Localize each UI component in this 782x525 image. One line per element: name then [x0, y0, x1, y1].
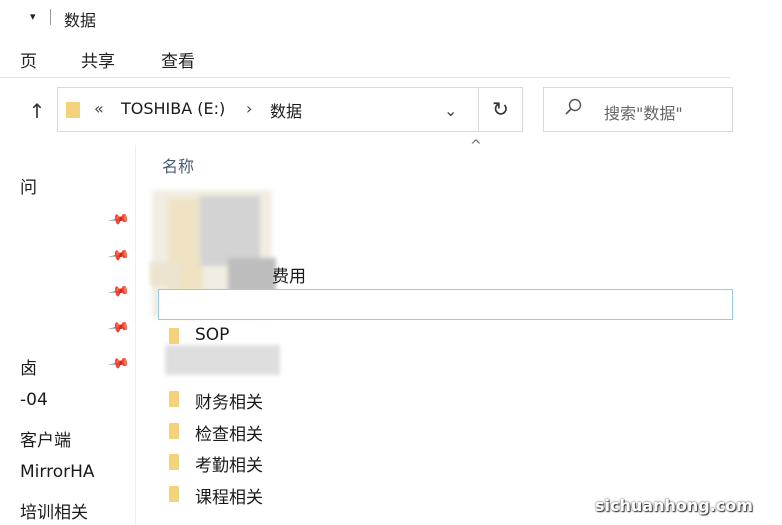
folder-icon [169, 486, 179, 502]
title-separator [50, 9, 51, 25]
search-placeholder: 搜索"数据" [604, 104, 683, 123]
folder-icon [169, 391, 179, 407]
quick-access-dropdown-icon[interactable]: ▾ [30, 10, 36, 23]
nav-item-3[interactable]: -04 [20, 390, 48, 410]
file-name: 检查相关 [195, 425, 263, 445]
column-header-name[interactable]: 名称 [162, 153, 194, 177]
tab-share[interactable]: 共享 [81, 47, 115, 72]
list-item[interactable]: 课程相关 [165, 480, 565, 508]
refresh-button[interactable]: ↻ [479, 87, 523, 132]
nav-item-4[interactable]: 客户端 [20, 426, 71, 451]
breadcrumb-folder[interactable]: 数据 [270, 98, 302, 122]
list-item[interactable]: 检查相关 [165, 417, 565, 445]
selected-row[interactable] [158, 289, 733, 320]
ribbon-divider [0, 77, 730, 78]
folder-icon [169, 423, 179, 439]
breadcrumb-separator-icon[interactable]: › [246, 99, 252, 118]
up-arrow-icon[interactable]: ↑ [24, 98, 50, 124]
nav-item-1[interactable]: 问 [20, 173, 37, 198]
title-bar: ▾ 数据 [0, 0, 782, 34]
tab-view[interactable]: 查看 [161, 47, 195, 72]
address-bar[interactable]: « TOSHIBA (E:) › 数据 ⌄ [57, 87, 479, 132]
navpane-divider [135, 145, 136, 525]
search-icon [564, 98, 582, 121]
breadcrumb-drive[interactable]: TOSHIBA (E:) [121, 99, 225, 118]
file-name: 考勤相关 [195, 456, 263, 476]
list-item[interactable]: 考勤相关 [165, 448, 565, 476]
list-item[interactable]: 财务相关 [165, 385, 565, 413]
partial-file-name[interactable]: 费用 [272, 262, 306, 287]
folder-icon [169, 454, 179, 470]
redacted-area [200, 196, 260, 266]
redacted-area [228, 258, 276, 292]
folder-icon [169, 328, 179, 344]
nav-item-2[interactable]: 卤 [20, 354, 37, 379]
search-input[interactable]: 搜索"数据" [543, 87, 733, 132]
sort-ascending-icon[interactable]: ^ [470, 138, 482, 154]
address-dropdown-icon[interactable]: ⌄ [444, 101, 457, 120]
file-name: 财务相关 [195, 393, 263, 413]
list-item[interactable]: SOP [165, 322, 565, 350]
redacted-area [150, 262, 180, 286]
tab-home[interactable]: 页 [20, 47, 37, 72]
breadcrumb-overflow-icon[interactable]: « [94, 99, 104, 118]
ribbon-tabs: 页 共享 查看 [0, 44, 782, 72]
watermark: sichuanhong.com [595, 496, 753, 515]
nav-item-5[interactable]: MirrorHA [20, 462, 95, 482]
file-name: 课程相关 [195, 488, 263, 508]
folder-icon [66, 102, 80, 118]
file-name: SOP [195, 325, 230, 345]
window-title: 数据 [64, 11, 97, 30]
nav-item-6[interactable]: 培训相关 [20, 498, 88, 523]
